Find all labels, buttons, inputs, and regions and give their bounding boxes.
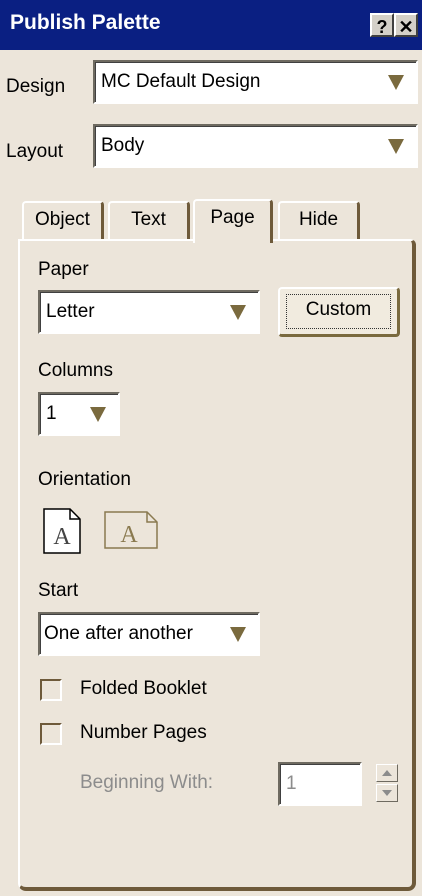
layout-label: Layout bbox=[6, 141, 64, 162]
start-label: Start bbox=[38, 580, 79, 601]
portrait-glyph: A bbox=[53, 524, 71, 550]
layout-value: Body bbox=[101, 135, 145, 156]
beginning-with-input[interactable]: 1 bbox=[278, 762, 362, 806]
start-dropdown[interactable]: One after another bbox=[38, 612, 260, 656]
columns-dropdown[interactable]: 1 bbox=[38, 392, 120, 436]
landscape-button[interactable]: A bbox=[103, 510, 161, 550]
orientation-label: Orientation bbox=[38, 469, 131, 490]
design-label: Design bbox=[6, 76, 66, 97]
close-button[interactable]: ✕ bbox=[394, 13, 418, 37]
landscape-icon: A bbox=[104, 511, 158, 549]
title-bar: Publish Palette ? ✕ bbox=[0, 0, 422, 50]
tab-object[interactable]: Object bbox=[22, 201, 104, 241]
custom-button[interactable]: Custom bbox=[278, 287, 400, 337]
tab-text-label: Text bbox=[131, 209, 166, 230]
spin-down-icon bbox=[382, 790, 392, 796]
dropdown-arrow-icon bbox=[230, 305, 246, 320]
design-dropdown[interactable]: MC Default Design bbox=[93, 60, 418, 104]
spin-up-icon bbox=[382, 770, 392, 776]
paper-dropdown[interactable]: Letter bbox=[38, 290, 260, 334]
tab-page-label: Page bbox=[210, 207, 255, 228]
columns-label: Columns bbox=[38, 360, 113, 381]
layout-dropdown[interactable]: Body bbox=[93, 124, 418, 168]
spin-down-button[interactable] bbox=[376, 784, 398, 802]
columns-value: 1 bbox=[46, 403, 57, 424]
tab-hide-label: Hide bbox=[298, 209, 339, 230]
custom-button-label: Custom bbox=[286, 294, 391, 329]
beginning-with-label: Beginning With: bbox=[80, 772, 214, 793]
tab-hide[interactable]: Hide bbox=[278, 201, 360, 241]
window-title: Publish Palette bbox=[10, 11, 161, 34]
tab-page[interactable]: Page bbox=[193, 199, 273, 243]
dropdown-arrow-icon bbox=[230, 627, 246, 642]
paper-value: Letter bbox=[46, 301, 95, 322]
tab-object-label: Object bbox=[35, 209, 90, 230]
tab-text[interactable]: Text bbox=[108, 201, 190, 241]
close-icon: ✕ bbox=[398, 17, 414, 37]
portrait-icon: A bbox=[43, 508, 81, 554]
dropdown-arrow-icon bbox=[90, 407, 106, 422]
portrait-button[interactable]: A bbox=[42, 507, 84, 555]
spin-up-button[interactable] bbox=[376, 764, 398, 782]
folded-booklet-label: Folded Booklet bbox=[80, 678, 207, 699]
paper-label: Paper bbox=[38, 259, 89, 280]
folded-booklet-checkbox[interactable] bbox=[40, 679, 62, 701]
number-pages-checkbox[interactable] bbox=[40, 723, 62, 745]
landscape-glyph: A bbox=[120, 522, 138, 548]
dropdown-arrow-icon bbox=[388, 139, 404, 154]
help-button[interactable]: ? bbox=[370, 13, 394, 37]
design-value: MC Default Design bbox=[101, 71, 261, 92]
help-icon: ? bbox=[376, 17, 388, 37]
dropdown-arrow-icon bbox=[388, 75, 404, 90]
number-pages-label: Number Pages bbox=[80, 722, 207, 743]
beginning-with-value: 1 bbox=[286, 773, 297, 794]
start-value: One after another bbox=[44, 623, 193, 644]
